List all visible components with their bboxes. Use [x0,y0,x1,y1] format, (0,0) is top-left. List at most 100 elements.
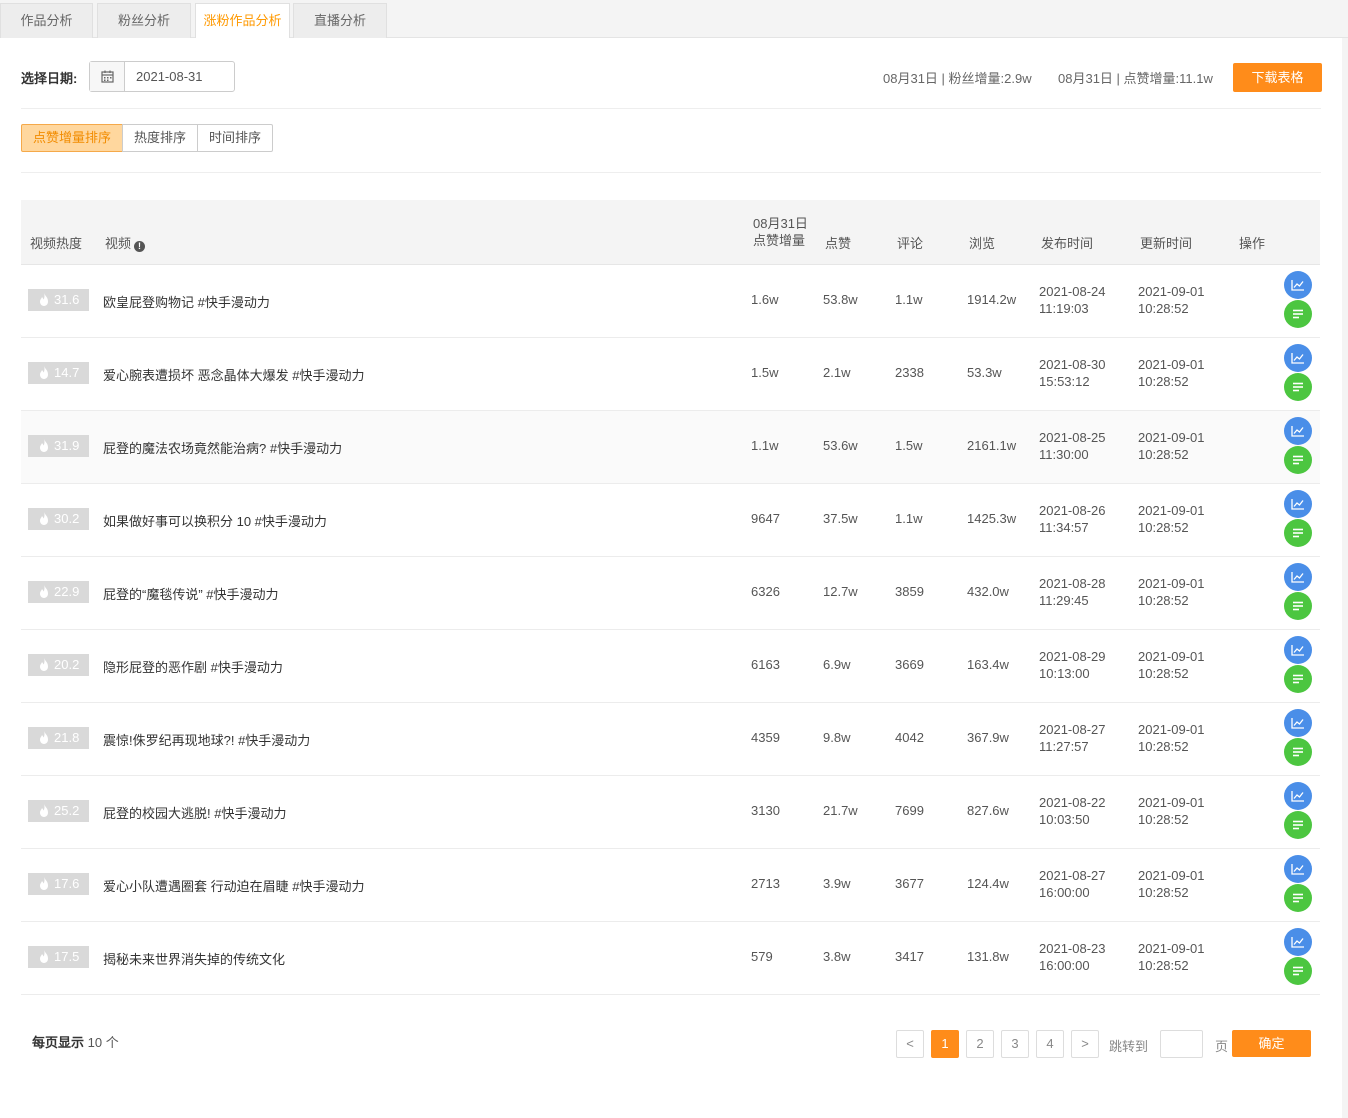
update-time: 2021-09-01 10:28:52 [1138,940,1205,974]
header-comments: 评论 [897,236,924,251]
tab-live-analysis[interactable]: 直播分析 [293,3,387,39]
detail-list-button[interactable] [1284,957,1312,985]
publish-time: 2021-08-30 15:53:12 [1039,356,1106,390]
trend-chart-button[interactable] [1284,563,1312,591]
heat-badge: 17.5 [28,946,89,968]
comments-value: 1.5w [895,438,923,453]
header-video: 视频! [105,233,146,252]
detail-list-button[interactable] [1284,373,1312,401]
video-title[interactable]: 爱心小队遭遇圈套 行动迫在眉睫 #快手漫动力 [103,876,364,895]
detail-list-button[interactable] [1284,519,1312,547]
video-title[interactable]: 屁登的“魔毯传说” #快手漫动力 [103,584,279,603]
header-like-increase[interactable]: 08月31日 点赞增量 [753,215,808,249]
heat-value: 22.9 [54,584,80,599]
likes-value: 3.8w [823,949,851,964]
prev-page-button[interactable]: < [896,1030,924,1058]
publish-clock: 11:30:00 [1039,447,1089,462]
publish-date: 2021-08-26 [1039,503,1106,518]
video-title[interactable]: 揭秘未来世界消失掉的传统文化 [103,949,285,968]
page-button-2[interactable]: 2 [966,1030,994,1058]
info-icon[interactable]: ! [134,241,146,252]
publish-time: 2021-08-27 16:00:00 [1039,867,1106,901]
page-button-1[interactable]: 1 [931,1030,959,1058]
detail-list-button[interactable] [1284,446,1312,474]
heat-value: 17.5 [54,949,80,964]
heat-badge: 25.2 [28,800,89,822]
tab-fan-growth-works[interactable]: 涨粉作品分析 [195,3,290,39]
download-table-button[interactable]: 下载表格 [1233,63,1322,92]
trend-chart-button[interactable] [1284,271,1312,299]
trend-chart-button[interactable] [1284,855,1312,883]
like-increase-value: 3130 [751,803,780,818]
trend-chart-button[interactable] [1284,490,1312,518]
trend-chart-button[interactable] [1284,417,1312,445]
header-update-time: 更新时间 [1140,236,1193,251]
trend-chart-button[interactable] [1284,636,1312,664]
likes-value: 53.8w [823,292,858,307]
date-picker[interactable]: 2021-08-31 [89,61,235,92]
list-detail-icon [1293,674,1303,684]
video-title[interactable]: 屁登的魔法农场竟然能治病? #快手漫动力 [103,438,342,457]
table-row: 30.2 如果做好事可以换积分 10 #快手漫动力 9647 37.5w 1.1w 142… [21,484,1320,557]
heat-badge: 30.2 [28,508,89,530]
trend-chart-icon [1291,280,1304,291]
video-title[interactable]: 隐形屁登的恶作剧 #快手漫动力 [103,657,283,676]
video-title[interactable]: 爱心腕表遭损坏 恶念晶体大爆发 #快手漫动力 [103,365,364,384]
publish-date: 2021-08-25 [1039,430,1106,445]
list-detail-icon [1293,893,1303,903]
video-title[interactable]: 欧皇屁登购物记 #快手漫动力 [103,292,270,311]
tab-works-analysis[interactable]: 作品分析 [0,3,93,39]
confirm-jump-button[interactable]: 确定 [1232,1030,1311,1057]
update-date: 2021-09-01 [1138,649,1205,664]
detail-list-button[interactable] [1284,592,1312,620]
date-value[interactable]: 2021-08-31 [125,62,234,91]
trend-chart-button[interactable] [1284,928,1312,956]
views-value: 53.3w [967,365,1002,380]
tab-fans-analysis[interactable]: 粉丝分析 [97,3,191,39]
video-title[interactable]: 震惊!侏罗纪再现地球?! #快手漫动力 [103,730,310,749]
heat-badge: 31.9 [28,435,89,457]
publish-clock: 10:13:00 [1039,666,1090,681]
video-title[interactable]: 屁登的校园大逃脱! #快手漫动力 [103,803,286,822]
like-increase-value: 9647 [751,511,780,526]
page-button-3[interactable]: 3 [1001,1030,1029,1058]
header-actions: 操作 [1239,236,1266,251]
video-title[interactable]: 如果做好事可以换积分 10 #快手漫动力 [103,511,327,530]
calendar-icon[interactable] [90,62,125,91]
sort-by-heat[interactable]: 热度排序 [122,124,199,152]
publish-date: 2021-08-22 [1039,795,1106,810]
tab-bar: 作品分析 粉丝分析 涨粉作品分析 直播分析 [0,0,1348,39]
likes-value: 12.7w [823,584,858,599]
likes-increase-summary: 08月31日 | 点赞增量:11.1w [1058,71,1213,86]
trend-chart-button[interactable] [1284,782,1312,810]
trend-chart-icon [1291,937,1304,948]
sort-by-like-increase[interactable]: 点赞增量排序 [21,124,124,152]
trend-chart-button[interactable] [1284,709,1312,737]
detail-list-button[interactable] [1284,738,1312,766]
detail-list-button[interactable] [1284,884,1312,912]
like-increase-value: 6163 [751,657,780,672]
trend-chart-button[interactable] [1284,344,1312,372]
publish-date: 2021-08-29 [1039,649,1106,664]
detail-list-button[interactable] [1284,811,1312,839]
update-date: 2021-09-01 [1138,430,1205,445]
likes-value: 3.9w [823,876,851,891]
flame-icon [40,877,48,890]
update-date: 2021-09-01 [1138,576,1205,591]
publish-clock: 11:27:57 [1039,739,1089,754]
next-page-button[interactable]: > [1071,1030,1099,1058]
likes-value: 21.7w [823,803,858,818]
page-button-4[interactable]: 4 [1036,1030,1064,1058]
publish-time: 2021-08-23 16:00:00 [1039,940,1106,974]
jump-page-input[interactable] [1160,1030,1203,1058]
publish-time: 2021-08-22 10:03:50 [1039,794,1106,828]
comments-value: 2338 [895,365,924,380]
update-time: 2021-09-01 10:28:52 [1138,794,1205,828]
detail-list-button[interactable] [1284,300,1312,328]
likes-value: 9.8w [823,730,851,745]
detail-list-button[interactable] [1284,665,1312,693]
sort-by-time[interactable]: 时间排序 [197,124,274,152]
list-detail-icon [1293,309,1303,319]
likes-value: 53.6w [823,438,858,453]
flame-icon [40,804,48,817]
